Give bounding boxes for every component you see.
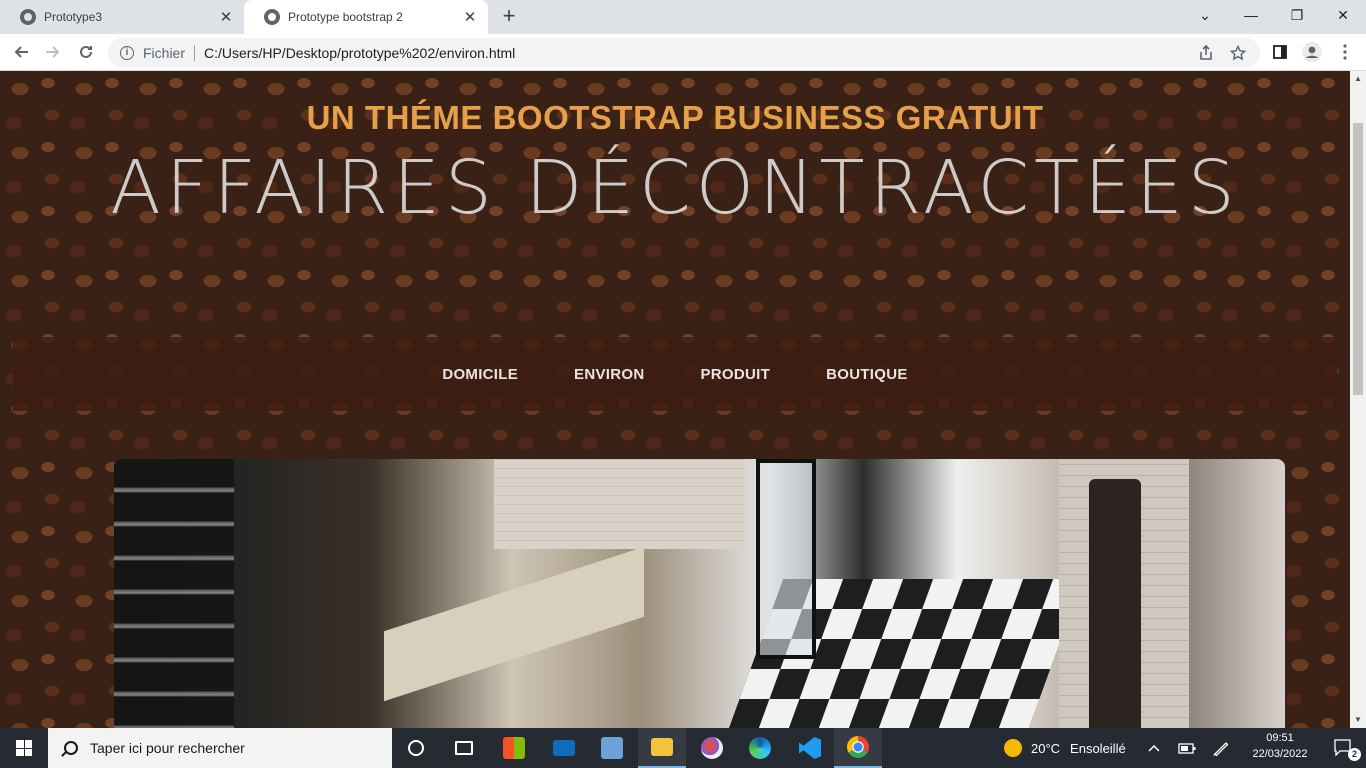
- tab-title: Prototype bootstrap 2: [288, 10, 403, 24]
- info-icon[interactable]: i: [120, 45, 134, 60]
- vscode-icon: [799, 737, 821, 759]
- scroll-up-arrow-icon[interactable]: ▲: [1350, 71, 1366, 87]
- edge-icon: [749, 737, 771, 759]
- taskbar-search-box[interactable]: Taper ici pour rechercher: [48, 728, 392, 768]
- cafe-interior-image: [114, 459, 1285, 728]
- pen-workspace-button[interactable]: [1212, 728, 1230, 768]
- close-icon[interactable]: ✕: [460, 7, 480, 27]
- chevron-up-icon: [1148, 744, 1160, 752]
- arrow-right-icon: [46, 46, 60, 58]
- browser-toolbar: i Fichier C:/Users/HP/Desktop/prototype%…: [0, 34, 1366, 71]
- search-icon: [64, 741, 78, 755]
- weather-widget[interactable]: 20°C Ensoleillé: [1004, 728, 1126, 768]
- action-center-button[interactable]: 2: [1322, 728, 1366, 768]
- globe-icon: [264, 9, 280, 25]
- arrow-left-icon: [14, 46, 28, 58]
- file-explorer-button[interactable]: [638, 728, 686, 768]
- weather-temp: 20°C: [1031, 740, 1061, 756]
- weather-condition: Ensoleillé: [1070, 740, 1126, 756]
- page-viewport: UN THÉME BOOTSTRAP BUSINESS GRATUIT AFFA…: [0, 71, 1350, 728]
- tab-strip: Prototype3 ✕ Prototype bootstrap 2 ✕ + ⌄…: [0, 0, 1366, 34]
- share-icon[interactable]: [1198, 38, 1214, 67]
- restore-button[interactable]: ❐: [1274, 0, 1320, 30]
- new-tab-button[interactable]: +: [498, 5, 520, 28]
- close-window-button[interactable]: ✕: [1320, 0, 1366, 30]
- avatar-icon: [1302, 42, 1322, 62]
- nav-link-produit[interactable]: PRODUIT: [701, 366, 771, 383]
- cortana-icon: [408, 740, 424, 756]
- kebab-menu-icon: [1343, 44, 1347, 60]
- vscode-button[interactable]: [786, 728, 834, 768]
- windows-logo-icon: [16, 740, 32, 756]
- battery-button[interactable]: [1178, 728, 1196, 768]
- scheme-label: Fichier: [143, 44, 186, 61]
- forward-button[interactable]: [41, 40, 65, 64]
- side-panel-icon: [1273, 45, 1287, 59]
- scrollbar-thumb[interactable]: [1353, 123, 1363, 395]
- url-text[interactable]: C:/Users/HP/Desktop/prototype%202/enviro…: [204, 45, 515, 61]
- nav-link-boutique[interactable]: BOUTIQUE: [826, 366, 908, 383]
- notification-badge: 2: [1348, 748, 1361, 761]
- start-button[interactable]: [0, 728, 48, 768]
- task-view-button[interactable]: [440, 728, 488, 768]
- cortana-button[interactable]: [392, 728, 440, 768]
- edge-button[interactable]: [736, 728, 784, 768]
- page-scrollbar[interactable]: ▲ ▼: [1350, 71, 1366, 728]
- clock-date: 22/03/2022: [1252, 748, 1308, 760]
- tab-prototype3[interactable]: Prototype3 ✕: [0, 0, 244, 34]
- site-heading: AFFAIRES DÉCONTRACTÉES: [110, 145, 1240, 231]
- image-counter-detail: [384, 546, 644, 702]
- scroll-down-arrow-icon[interactable]: ▼: [1350, 712, 1366, 728]
- chrome-button[interactable]: [834, 728, 882, 768]
- back-button[interactable]: [9, 40, 33, 64]
- remote-desktop-button[interactable]: [588, 728, 636, 768]
- battery-icon: [1178, 743, 1196, 754]
- remote-desktop-icon: [601, 737, 623, 759]
- image-shelf-detail: [114, 459, 234, 728]
- image-brick-wall-detail: [494, 459, 744, 549]
- globe-icon: [20, 9, 36, 25]
- profile-button[interactable]: [1300, 40, 1324, 64]
- share-icon-svg: [1200, 44, 1212, 60]
- clock-time: 09:51: [1266, 732, 1294, 744]
- mail-icon: [553, 740, 575, 756]
- tab-prototype-bootstrap-2[interactable]: Prototype bootstrap 2 ✕: [244, 0, 488, 34]
- bookmark-star-icon[interactable]: [1230, 38, 1246, 67]
- reload-icon: [80, 45, 92, 58]
- tagline-upper: UN THÉME BOOTSTRAP BUSINESS GRATUIT: [306, 99, 1044, 136]
- tab-search-button[interactable]: ⌄: [1182, 0, 1228, 30]
- side-panel-button[interactable]: [1268, 40, 1292, 64]
- microsoft-store-button[interactable]: [490, 728, 538, 768]
- image-grandfather-clock-detail: [1089, 479, 1141, 728]
- windows-taskbar: Taper ici pour rechercher 20°C Ensoleill…: [0, 728, 1366, 768]
- file-explorer-icon: [651, 738, 673, 756]
- close-icon[interactable]: ✕: [216, 7, 236, 27]
- nav-link-environ[interactable]: ENVIRON: [574, 366, 644, 383]
- address-bar[interactable]: i Fichier C:/Users/HP/Desktop/prototype%…: [108, 38, 1260, 67]
- star-icon: [1230, 44, 1246, 60]
- paint-button[interactable]: [688, 728, 736, 768]
- mail-button[interactable]: [540, 728, 588, 768]
- tab-title: Prototype3: [44, 10, 103, 24]
- menu-button[interactable]: [1333, 40, 1357, 64]
- task-view-icon: [455, 741, 473, 755]
- taskbar-clock[interactable]: 09:51 22/03/2022: [1238, 730, 1322, 766]
- image-window-frame-detail: [756, 459, 816, 659]
- site-navbar: DOMICILE ENVIRON PRODUIT BOUTIQUE: [13, 337, 1337, 411]
- minimize-button[interactable]: —: [1228, 0, 1274, 30]
- chrome-icon: [847, 736, 869, 758]
- reload-button[interactable]: [74, 40, 98, 64]
- pen-icon: [1213, 742, 1229, 757]
- sun-icon: [1004, 739, 1022, 757]
- divider: [194, 44, 196, 61]
- paint-icon: [701, 737, 723, 759]
- nav-link-domicile[interactable]: DOMICILE: [442, 366, 518, 383]
- search-placeholder: Taper ici pour rechercher: [90, 740, 245, 756]
- microsoft-store-icon: [503, 737, 525, 759]
- show-hidden-icons-button[interactable]: [1148, 728, 1160, 768]
